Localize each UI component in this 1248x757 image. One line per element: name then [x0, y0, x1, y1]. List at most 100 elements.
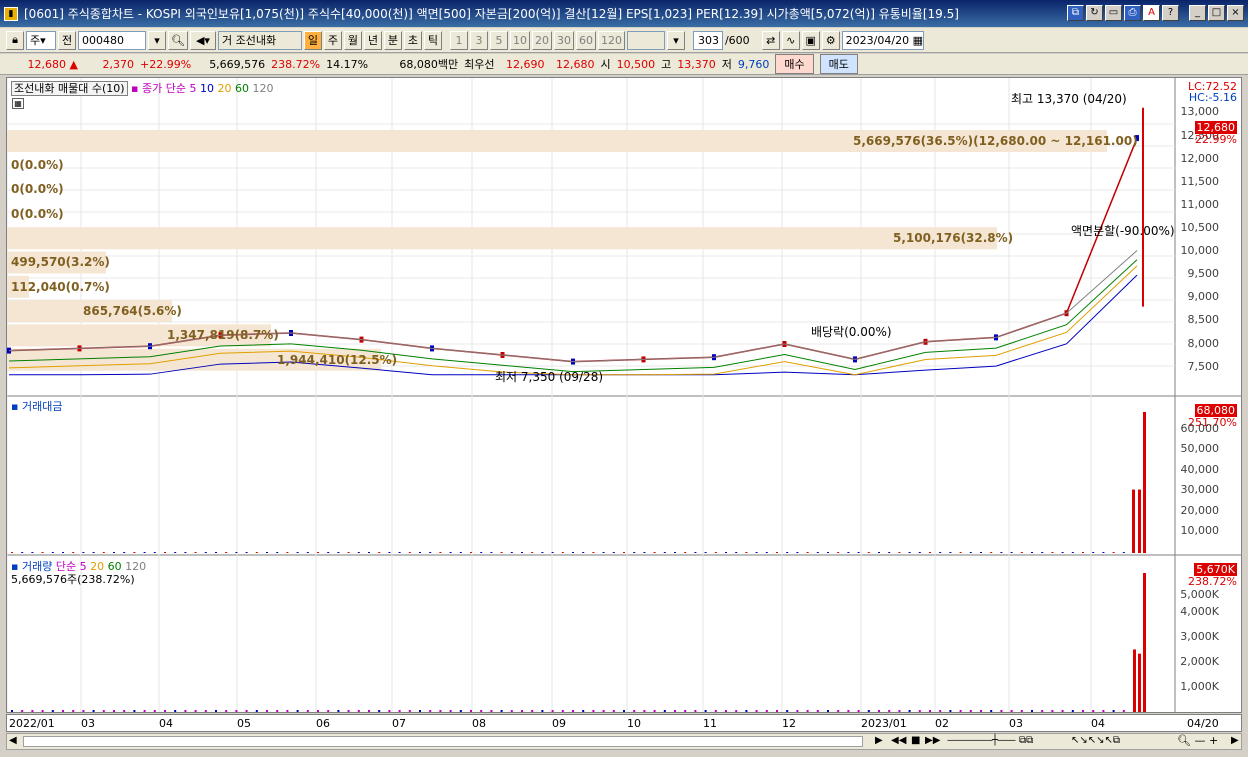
amount-bar — [317, 552, 319, 553]
volume-bar — [572, 710, 574, 712]
minimize-button[interactable]: _ — [1189, 5, 1206, 21]
volume-bar — [194, 710, 197, 712]
print-icon[interactable]: ⎙ — [1124, 5, 1141, 21]
volume-bar — [11, 710, 13, 712]
xtick: 2023/01 — [861, 717, 907, 730]
interval-20[interactable]: 20 — [531, 30, 552, 50]
interval-5[interactable]: 5 — [489, 30, 508, 50]
interval-custom[interactable] — [626, 30, 665, 50]
amount-bar — [1112, 552, 1115, 553]
volume-bar — [1000, 710, 1003, 712]
amount-bar — [796, 552, 799, 553]
code-input[interactable]: 000480 — [78, 30, 146, 50]
interval-30[interactable]: 30 — [553, 30, 574, 50]
xtick: 2022/01 — [9, 717, 55, 730]
dividend-annotation: 배당락(0.00%) — [811, 325, 892, 339]
forward-icon[interactable]: ▶▶ — [925, 735, 940, 746]
tool-arrow-icon[interactable]: ⇄ — [761, 30, 780, 50]
period-tick[interactable]: 틱 — [423, 30, 442, 50]
volume-bar — [347, 710, 350, 712]
amount-bar — [694, 552, 697, 553]
layout-icon[interactable]: ⧉⧉ — [1019, 735, 1033, 746]
volume-bar — [755, 710, 758, 712]
amount-bar — [735, 552, 738, 553]
date-input[interactable]: 2023/04/20 ▦ — [841, 30, 924, 50]
amount-bar — [368, 552, 370, 553]
interval-60[interactable]: 60 — [575, 30, 596, 50]
ytick-9500: 9,500 — [1187, 267, 1220, 280]
table-icon[interactable]: ▦ — [12, 98, 24, 109]
volume-bar — [204, 710, 207, 712]
amount-bar — [164, 552, 166, 553]
ma-120: 120 — [252, 82, 274, 95]
tool-line-icon[interactable]: ∿ — [781, 30, 800, 50]
volume-bar — [745, 710, 748, 712]
dropdown-icon[interactable]: ▾ — [148, 30, 166, 50]
scroll-track[interactable] — [23, 736, 863, 747]
sell-button[interactable]: 매도 — [819, 54, 858, 74]
volume-bar — [378, 710, 381, 712]
scroll-right-icon[interactable]: ▶ — [1231, 735, 1239, 746]
zoom-slider[interactable]: —————┼—— — [947, 735, 1016, 746]
price-legend: 조선내화 매물대 수(10) ▪ 종가 단순 5 10 20 60 120 — [11, 80, 273, 96]
lock-icon[interactable]: 🔒︎ — [6, 30, 24, 50]
amount-bar — [113, 552, 115, 553]
stop-icon[interactable]: ■ — [911, 735, 920, 746]
scroll-left-icon[interactable]: ◀ — [9, 735, 17, 746]
interval-dropdown[interactable]: ▾ — [666, 30, 685, 50]
maximize-button[interactable]: □ — [1208, 5, 1225, 21]
volume-value: 5,669,576 — [209, 57, 266, 71]
save-icon[interactable]: ▣ — [801, 30, 820, 50]
change-value: 2,370 — [102, 57, 135, 71]
volume-bar — [531, 710, 534, 712]
period-minute[interactable]: 분 — [383, 30, 402, 50]
amount-bar — [1143, 412, 1146, 553]
volume-bar — [602, 710, 605, 712]
amount-bar — [378, 552, 381, 553]
amount-bar — [449, 552, 452, 553]
search-icon[interactable]: 🔍︎ — [168, 30, 188, 50]
amount-bar — [612, 552, 615, 553]
period-week[interactable]: 주 — [323, 30, 342, 50]
zoom-icon[interactable]: 🔍︎ — + — [1177, 734, 1218, 747]
amount-bar — [725, 552, 727, 553]
interval-10[interactable]: 10 — [509, 30, 530, 50]
amount-bar — [388, 552, 391, 553]
period-second[interactable]: 초 — [403, 30, 422, 50]
prev-button[interactable]: 전 — [58, 30, 76, 50]
period-month[interactable]: 월 — [343, 30, 362, 50]
period-year[interactable]: 년 — [363, 30, 382, 50]
amount-bar — [429, 552, 432, 553]
chart-scrollbar[interactable]: ◀ ▶ ◀◀ ■ ▶▶ —————┼—— ⧉⧉ ↖↘↖↘↖⧉ 🔍︎ — + ▶ — [6, 733, 1242, 750]
font-icon[interactable]: A — [1143, 5, 1160, 21]
stock-name-field[interactable]: 거 조선내화 — [217, 30, 302, 50]
interval-1[interactable]: 1 — [449, 30, 468, 50]
count-input[interactable]: 303 — [692, 30, 723, 50]
volume-bar — [102, 710, 105, 712]
interval-120[interactable]: 120 — [597, 30, 625, 50]
xtick: 04 — [1091, 717, 1105, 730]
draw-tools-icon[interactable]: ↖↘↖↘↖⧉ — [1071, 735, 1120, 746]
window-icon[interactable]: ▭ — [1105, 5, 1122, 21]
vp-label-3: 0(0.0%) — [11, 207, 64, 221]
rewind-icon[interactable]: ◀◀ — [891, 735, 906, 746]
market-select[interactable]: 주 ▾ — [26, 30, 56, 50]
link-icon[interactable]: ⧉ — [1067, 5, 1084, 21]
play-icon[interactable]: ▶ — [875, 735, 883, 746]
settings-icon[interactable]: ⚙ — [821, 30, 840, 50]
amount-bar — [255, 552, 258, 553]
buy-button[interactable]: 매수 — [775, 54, 814, 74]
speaker-icon[interactable]: ◀▾ — [189, 30, 216, 50]
interval-3[interactable]: 3 — [469, 30, 488, 50]
amount-tick-10000: 10,000 — [1180, 524, 1220, 537]
chart-area[interactable]: 조선내화 매물대 수(10) ▪ 종가 단순 5 10 20 60 120 ▦ … — [6, 77, 1242, 713]
amount-tick-40000: 40,000 — [1180, 463, 1220, 476]
refresh-icon[interactable]: ↻ — [1086, 5, 1103, 21]
amount-bar — [153, 552, 156, 553]
period-day[interactable]: 일 — [303, 30, 322, 50]
amount-bar — [1071, 552, 1074, 553]
volume-bar — [582, 710, 585, 712]
vp-label-1: 0(0.0%) — [11, 158, 64, 172]
close-button[interactable]: × — [1227, 5, 1244, 21]
help-icon[interactable]: ? — [1162, 5, 1179, 21]
